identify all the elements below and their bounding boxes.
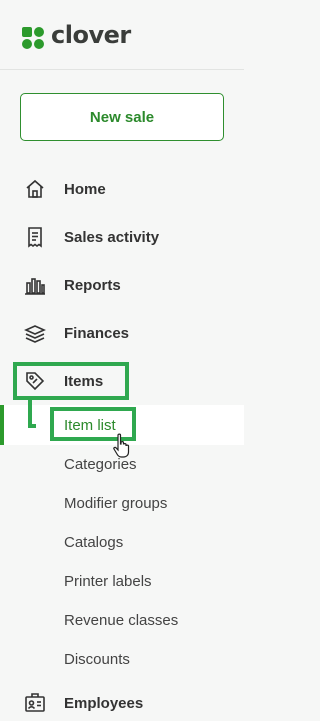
nav-item-sales-activity[interactable]: Sales activity (0, 221, 244, 253)
submenu-label: Catalogs (64, 533, 124, 551)
hand-cursor-icon (113, 433, 130, 458)
submenu-label: Printer labels (64, 572, 152, 590)
nav-label-finances: Finances (64, 324, 130, 342)
submenu-label: Discounts (64, 650, 130, 668)
nav-item-reports[interactable]: Reports (0, 269, 244, 301)
active-indicator (0, 405, 4, 445)
nav-item-home[interactable]: Home (0, 173, 244, 205)
submenu-label: Modifier groups (64, 494, 168, 512)
clover-logo-icon (22, 27, 44, 49)
nav-label-sales-activity: Sales activity (64, 228, 160, 246)
nav-label-employees: Employees (64, 694, 144, 712)
receipt-icon (24, 226, 46, 248)
home-icon (24, 178, 46, 200)
tag-icon (24, 370, 46, 392)
brand-name: clover (51, 21, 131, 49)
submenu-item-catalogs[interactable]: Catalogs (0, 527, 244, 557)
submenu-label: Item list (64, 416, 116, 434)
nav-item-finances[interactable]: Finances (0, 317, 244, 349)
id-badge-icon (24, 692, 46, 714)
submenu-item-modifier-groups[interactable]: Modifier groups (0, 488, 244, 518)
submenu-label: Revenue classes (64, 611, 179, 629)
nav-label-reports: Reports (64, 276, 121, 294)
sidebar: clover New sale Home Sales activity Repo… (0, 0, 244, 721)
nav-item-items[interactable]: Items (0, 365, 244, 397)
submenu-item-discounts[interactable]: Discounts (0, 644, 244, 674)
logo-bar: clover (0, 0, 244, 70)
submenu-item-revenue-classes[interactable]: Revenue classes (0, 605, 244, 635)
bar-chart-icon (24, 274, 46, 296)
new-sale-button[interactable]: New sale (20, 93, 224, 141)
nav-label-items: Items (64, 372, 104, 390)
stack-icon (24, 322, 46, 344)
nav-label-home: Home (64, 180, 106, 198)
nav-item-employees[interactable]: Employees (0, 687, 244, 719)
submenu-item-printer-labels[interactable]: Printer labels (0, 566, 244, 596)
